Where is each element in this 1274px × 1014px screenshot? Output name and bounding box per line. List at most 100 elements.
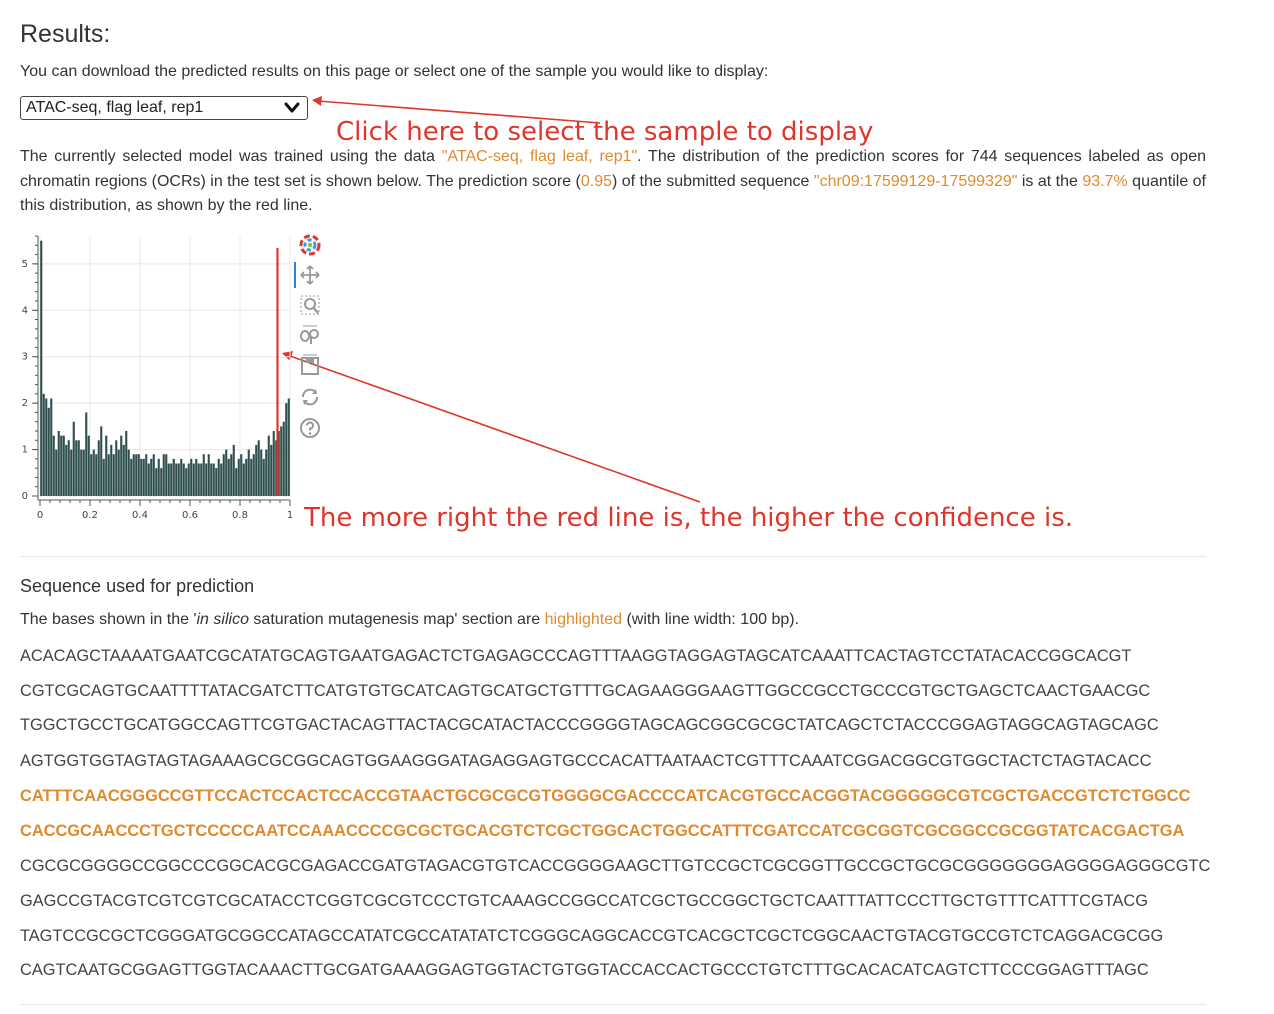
- histogram-bar: [47, 407, 50, 496]
- x-tick-label: 0.8: [232, 510, 248, 521]
- desc-region: "chr09:17599129-17599329": [813, 172, 1018, 190]
- histogram-bar: [92, 449, 95, 496]
- sequence-note: The bases shown in the 'in silico satura…: [20, 611, 799, 629]
- histogram-bar: [162, 454, 165, 496]
- histogram-bar: [205, 463, 208, 496]
- histogram-bar: [200, 463, 203, 496]
- desc-quantile: 93.7%: [1082, 172, 1128, 190]
- histogram-bar: [117, 449, 120, 496]
- histogram-bar: [167, 463, 170, 496]
- y-tick-label: 0: [22, 491, 28, 502]
- histogram-svg[interactable]: 0 0.2 0.4 0.6 0.8 1 0 1 2 3 4 5: [0, 228, 330, 538]
- sequence-line: TGGCTGCCTGCATGGCCAGTTCGTGACTACAGTTACTACG…: [20, 716, 1159, 734]
- histogram-bar: [232, 444, 235, 496]
- bokeh-logo-icon[interactable]: [299, 234, 321, 256]
- desc-text-4: is at the: [1017, 172, 1083, 190]
- pan-icon[interactable]: [299, 264, 321, 286]
- histogram-bar: [272, 431, 275, 496]
- histogram-bar: [197, 463, 200, 496]
- wheel-zoom-icon[interactable]: [299, 324, 321, 346]
- histogram-bar: [110, 444, 113, 496]
- histogram-bar: [75, 440, 78, 496]
- y-tick-label: 5: [22, 259, 28, 270]
- save-icon[interactable]: [299, 354, 321, 376]
- histogram-bar: [72, 421, 75, 496]
- histogram-bar: [237, 458, 240, 496]
- intro-text: You can download the predicted results o…: [20, 63, 769, 80]
- histogram-bar: [177, 463, 180, 496]
- confidence-annotation: The more right the red line is, the high…: [304, 503, 1074, 533]
- histogram-bar: [222, 454, 225, 496]
- bottom-divider: [20, 1004, 1206, 1005]
- sequence-line-highlighted: CATTTCAACGGGCCGTTCCACTCCACTCCACCGTAACTGC…: [20, 787, 1191, 805]
- histogram-bar: [180, 458, 183, 496]
- histogram-bar: [95, 454, 98, 496]
- help-icon[interactable]: [299, 417, 321, 439]
- histogram-bar: [192, 463, 195, 496]
- note-text-3: (with line width: 100 bp).: [622, 611, 800, 628]
- results-heading: Results:: [20, 20, 111, 48]
- histogram-bar: [100, 426, 103, 496]
- histogram-bar: [147, 463, 150, 496]
- desc-sample: "ATAC-seq, flag leaf, rep1": [441, 148, 638, 165]
- histogram-bar: [202, 454, 205, 496]
- histogram-bar: [87, 435, 90, 496]
- histogram-bar: [45, 398, 48, 496]
- sequence-line-highlighted: CACCGCAACCCTGCTCCCCCAATCCAAACCCCGCGCTGCA…: [20, 822, 1185, 840]
- histogram-bar: [135, 454, 138, 496]
- histogram-bar: [55, 449, 58, 496]
- sample-select[interactable]: ATAC-seq, flag leaf, rep1: [20, 96, 308, 120]
- section-divider: [20, 556, 1206, 557]
- histogram-bar: [145, 454, 148, 496]
- histogram-bar: [187, 463, 190, 496]
- y-tick-label: 3: [22, 352, 28, 363]
- sequence-line: ACACAGCTAAAATGAATCGCATATGCAGTGAATGAGACTC…: [20, 647, 1132, 665]
- box-zoom-icon[interactable]: [299, 294, 321, 316]
- histogram-bar: [252, 454, 255, 496]
- histogram-bar: [172, 458, 175, 496]
- histogram-bar: [155, 468, 158, 496]
- y-tick-label: 2: [22, 398, 28, 409]
- histogram-bar: [260, 449, 263, 496]
- desc-score: 0.95: [580, 172, 612, 190]
- histogram-bar: [220, 463, 223, 496]
- line-annotation-arrow: [282, 351, 701, 503]
- sequence-line: AGTGGTGGTAGTAGTAGAAAGCGCGGCAGTGGAAGGGATA…: [20, 752, 1152, 770]
- histogram-bar: [115, 440, 118, 496]
- sequence-line: TAGTCCGCGCTCGGGATGCGGCCATAGCCATATCGCCATA…: [20, 927, 1164, 945]
- histogram-bar: [70, 449, 73, 496]
- desc-text-1: The currently selected model was trained…: [20, 148, 442, 165]
- histogram-bar: [240, 454, 243, 496]
- histogram-bar: [160, 468, 163, 496]
- histogram-bar: [80, 449, 83, 496]
- histogram-bar: [270, 444, 273, 496]
- histogram-bar: [105, 435, 108, 496]
- histogram-bar: [215, 468, 218, 496]
- histogram-bar: [265, 449, 268, 496]
- sample-select-value: ATAC-seq, flag leaf, rep1: [26, 99, 204, 116]
- histogram-bar: [175, 463, 178, 496]
- note-highlight: highlighted: [544, 611, 623, 628]
- histogram-bar: [247, 449, 250, 496]
- histogram-bar: [60, 435, 63, 496]
- y-tick-label: 1: [22, 445, 28, 456]
- histogram-bar: [182, 463, 185, 496]
- histogram-bar: [262, 458, 265, 496]
- histogram-bar: [90, 454, 93, 496]
- reset-icon[interactable]: [299, 386, 321, 408]
- x-tick-label: 0: [37, 510, 43, 521]
- histogram-bar: [82, 449, 85, 496]
- note-text-2: saturation mutagenesis map' section are: [248, 611, 545, 628]
- x-tick-label: 0.2: [82, 510, 98, 521]
- chevron-down-icon: [284, 102, 300, 113]
- x-tick-label: 0.6: [182, 510, 198, 521]
- histogram-bar: [102, 458, 105, 496]
- histogram-bar: [62, 435, 65, 496]
- histogram-bar: [250, 458, 253, 496]
- histogram-bar: [142, 458, 145, 496]
- histogram-bar: [120, 435, 123, 496]
- sequence-line: CGCGCGGGGCCGGCCCGGCACGCGAGACCGATGTAGACGT…: [20, 857, 1211, 875]
- histogram-bar: [185, 468, 188, 496]
- score-distribution-chart[interactable]: 0 0.2 0.4 0.6 0.8 1 0 1 2 3 4 5: [0, 228, 330, 538]
- histogram-bar: [157, 458, 160, 496]
